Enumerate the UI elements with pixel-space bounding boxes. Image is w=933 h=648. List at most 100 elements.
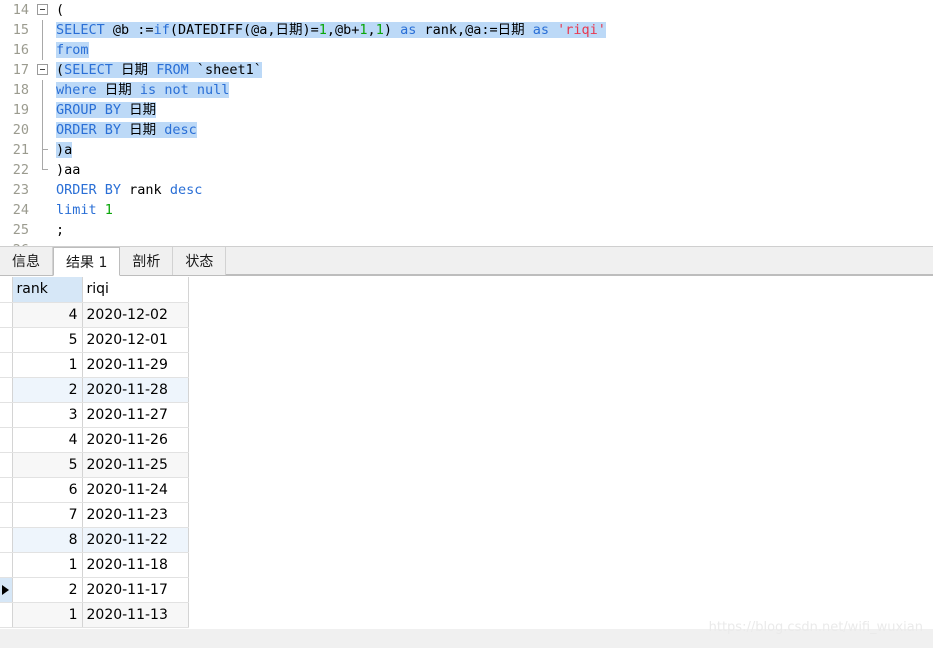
fold-collapse-icon[interactable]	[37, 64, 48, 75]
code-line[interactable]: 25 ;	[0, 220, 933, 240]
fold-end-inner[interactable]	[34, 140, 52, 160]
code-line[interactable]: 24 limit 1	[0, 200, 933, 220]
row-indicator[interactable]	[0, 602, 13, 628]
cell-rank[interactable]: 3	[12, 402, 83, 428]
table-row[interactable]: 8 2020-11-22	[0, 527, 189, 553]
fold-guide	[34, 20, 52, 40]
cell-rank[interactable]: 5	[12, 327, 83, 353]
cell-riqi[interactable]: 2020-11-25	[82, 452, 189, 478]
code-line[interactable]: 16 from	[0, 40, 933, 60]
row-indicator[interactable]	[0, 427, 13, 453]
cell-rank[interactable]: 2	[12, 377, 83, 403]
table-row[interactable]: 5 2020-12-01	[0, 327, 189, 353]
code-text: (SELECT 日期 FROM `sheet1`	[56, 62, 262, 78]
sql-code-area[interactable]: 14 ( 15 SELECT @b :=if(DATEDIFF(@a,日期)=1…	[0, 0, 933, 246]
column-header-rank[interactable]: rank	[12, 277, 83, 303]
cell-rank[interactable]: 6	[12, 477, 83, 503]
cell-rank[interactable]: 5	[12, 452, 83, 478]
cell-riqi[interactable]: 2020-11-23	[82, 502, 189, 528]
table-row[interactable]: 5 2020-11-25	[0, 452, 189, 478]
tab-info[interactable]: 信息	[0, 247, 53, 275]
tab-profile[interactable]: 剖析	[120, 247, 174, 275]
code-line[interactable]: 18 where 日期 is not null	[0, 80, 933, 100]
cell-riqi[interactable]: 2020-12-01	[82, 327, 189, 353]
cell-riqi[interactable]: 2020-11-22	[82, 527, 189, 553]
sql-editor-pane[interactable]: 14 ( 15 SELECT @b :=if(DATEDIFF(@a,日期)=1…	[0, 0, 933, 246]
cell-rank[interactable]: 2	[12, 577, 83, 603]
line-number: 24	[0, 200, 34, 220]
row-indicator[interactable]	[0, 302, 13, 328]
code-line[interactable]: 20 ORDER BY 日期 desc	[0, 120, 933, 140]
table-row[interactable]: 7 2020-11-23	[0, 502, 189, 528]
tab-status[interactable]: 状态	[173, 247, 227, 275]
row-indicator[interactable]	[0, 402, 13, 428]
fold-guide-empty	[34, 220, 52, 240]
fold-guide	[34, 100, 52, 120]
cell-rank[interactable]: 4	[12, 427, 83, 453]
cell-riqi[interactable]: 2020-12-02	[82, 302, 189, 328]
line-number: 20	[0, 120, 34, 140]
cell-riqi[interactable]: 2020-11-29	[82, 352, 189, 378]
result-tab-bar[interactable]: 信息 结果 1 剖析 状态	[0, 246, 933, 276]
code-text: SELECT @b :=if(DATEDIFF(@a,日期)=1,@b+1,1)…	[56, 22, 606, 38]
table-row[interactable]: 1 2020-11-18	[0, 552, 189, 578]
cell-riqi[interactable]: 2020-11-17	[82, 577, 189, 603]
row-indicator[interactable]	[0, 327, 13, 353]
cell-riqi[interactable]: 2020-11-28	[82, 377, 189, 403]
table-row[interactable]: 2 2020-11-28	[0, 377, 189, 403]
line-number: 19	[0, 100, 34, 120]
current-row-indicator[interactable]	[0, 577, 13, 603]
fold-guide-empty	[34, 200, 52, 220]
cell-rank[interactable]: 1	[12, 602, 83, 628]
fold-end-outer[interactable]	[34, 160, 52, 180]
code-line[interactable]: 14 (	[0, 0, 933, 20]
row-indicator[interactable]	[0, 477, 13, 503]
table-row[interactable]: 3 2020-11-27	[0, 402, 189, 428]
line-number: 21	[0, 140, 34, 160]
fold-vertical-line	[42, 80, 43, 100]
cell-riqi[interactable]: 2020-11-18	[82, 552, 189, 578]
fold-marker-inner[interactable]	[34, 60, 52, 80]
cell-rank[interactable]: 1	[12, 552, 83, 578]
cell-riqi[interactable]: 2020-11-26	[82, 427, 189, 453]
fold-guide	[34, 80, 52, 100]
code-text: (	[56, 2, 65, 18]
code-line[interactable]: 19 GROUP BY 日期	[0, 100, 933, 120]
cell-rank[interactable]: 4	[12, 302, 83, 328]
table-row[interactable]: 1 2020-11-29	[0, 352, 189, 378]
code-line[interactable]: 17 (SELECT 日期 FROM `sheet1`	[0, 60, 933, 80]
row-indicator[interactable]	[0, 502, 13, 528]
code-text: ;	[56, 222, 65, 238]
table-row[interactable]: 6 2020-11-24	[0, 477, 189, 503]
fold-end-tick	[42, 169, 48, 170]
result-grid-pane[interactable]: rank riqi 4 2020-12-02 5 2020-12-01 1 2020-11…	[0, 277, 933, 629]
cell-riqi[interactable]: 2020-11-27	[82, 402, 189, 428]
code-line[interactable]: 21 )a	[0, 140, 933, 160]
row-indicator[interactable]	[0, 352, 13, 378]
code-line[interactable]: 23 ORDER BY rank desc	[0, 180, 933, 200]
code-text: GROUP BY 日期	[56, 102, 157, 118]
table-row[interactable]: 4 2020-11-26	[0, 427, 189, 453]
code-text: from	[56, 42, 89, 58]
table-row[interactable]: 4 2020-12-02	[0, 302, 189, 328]
cell-rank[interactable]: 1	[12, 352, 83, 378]
code-line[interactable]: 22 )aa	[0, 160, 933, 180]
table-row[interactable]: 1 2020-11-13	[0, 602, 189, 628]
cell-rank[interactable]: 8	[12, 527, 83, 553]
cell-riqi[interactable]: 2020-11-24	[82, 477, 189, 503]
row-indicator[interactable]	[0, 377, 13, 403]
cell-rank[interactable]: 7	[12, 502, 83, 528]
result-table[interactable]: rank riqi 4 2020-12-02 5 2020-12-01 1 2020-11…	[0, 277, 189, 628]
table-row[interactable]: 2 2020-11-17	[0, 577, 189, 603]
row-indicator[interactable]	[0, 552, 13, 578]
tab-result-1[interactable]: 结果 1	[53, 247, 121, 276]
result-table-body[interactable]: 4 2020-12-02 5 2020-12-01 1 2020-11-29 2 2020-1…	[0, 302, 189, 628]
row-indicator[interactable]	[0, 452, 13, 478]
column-header-riqi[interactable]: riqi	[82, 277, 189, 303]
fold-collapse-icon[interactable]	[37, 4, 48, 15]
cell-riqi[interactable]: 2020-11-13	[82, 602, 189, 628]
row-indicator[interactable]	[0, 527, 13, 553]
code-line[interactable]: 15 SELECT @b :=if(DATEDIFF(@a,日期)=1,@b+1…	[0, 20, 933, 40]
code-text: ORDER BY 日期 desc	[56, 122, 197, 138]
fold-marker-outer[interactable]	[34, 0, 52, 20]
